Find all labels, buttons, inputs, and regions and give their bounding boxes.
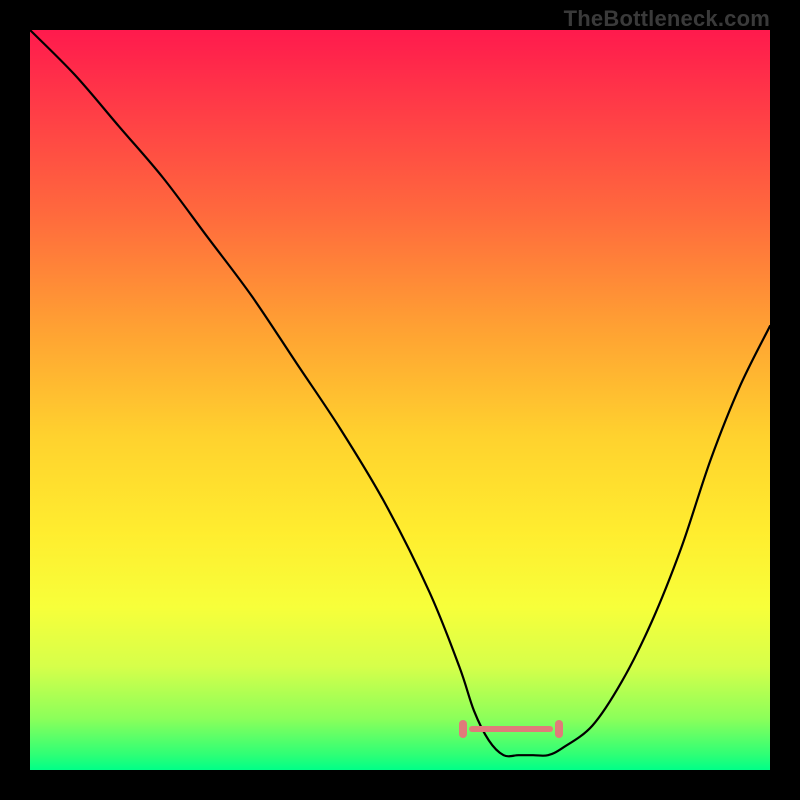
curve-path (30, 30, 770, 756)
watermark-text: TheBottleneck.com (564, 6, 770, 32)
range-cap-left (459, 720, 467, 738)
recommended-range-indicator (459, 722, 563, 736)
chart-frame: TheBottleneck.com (0, 0, 800, 800)
plot-area (30, 30, 770, 770)
range-cap-right (555, 720, 563, 738)
range-bar (469, 726, 553, 732)
bottleneck-curve (30, 30, 770, 770)
